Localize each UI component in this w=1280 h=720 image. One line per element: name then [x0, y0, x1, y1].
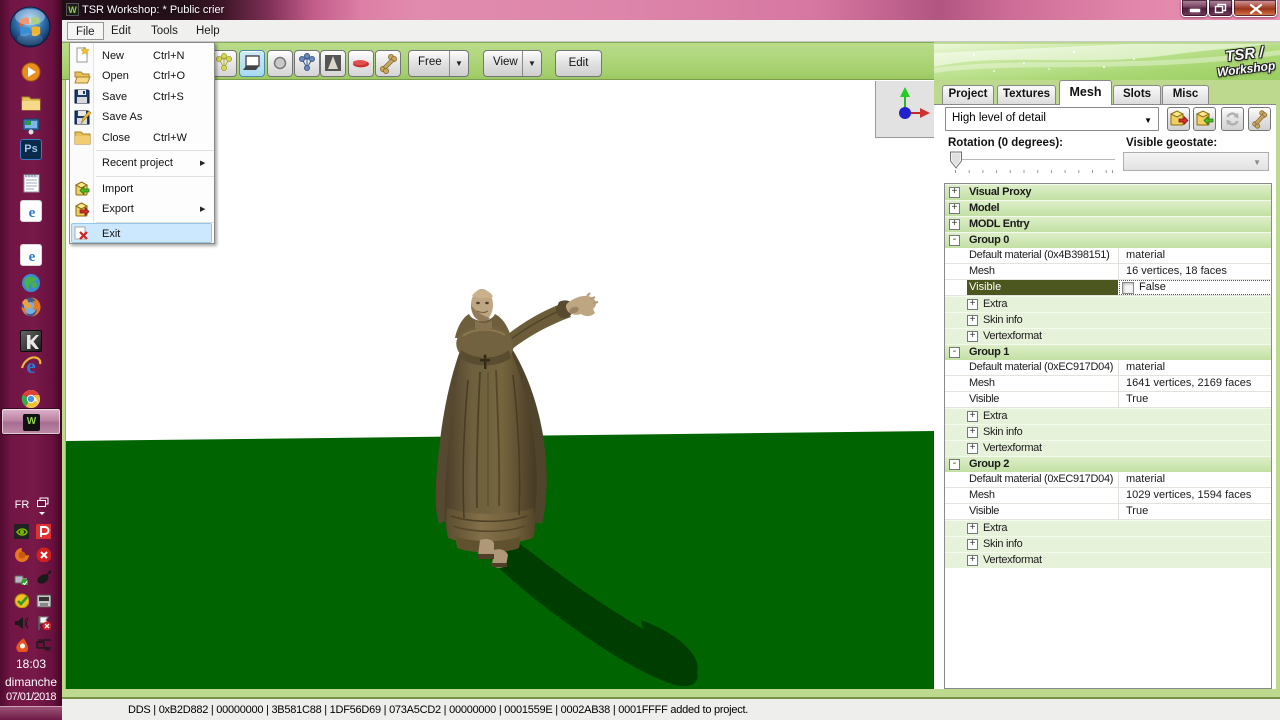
svg-text:e: e — [29, 249, 36, 265]
svg-text:e: e — [29, 205, 36, 221]
